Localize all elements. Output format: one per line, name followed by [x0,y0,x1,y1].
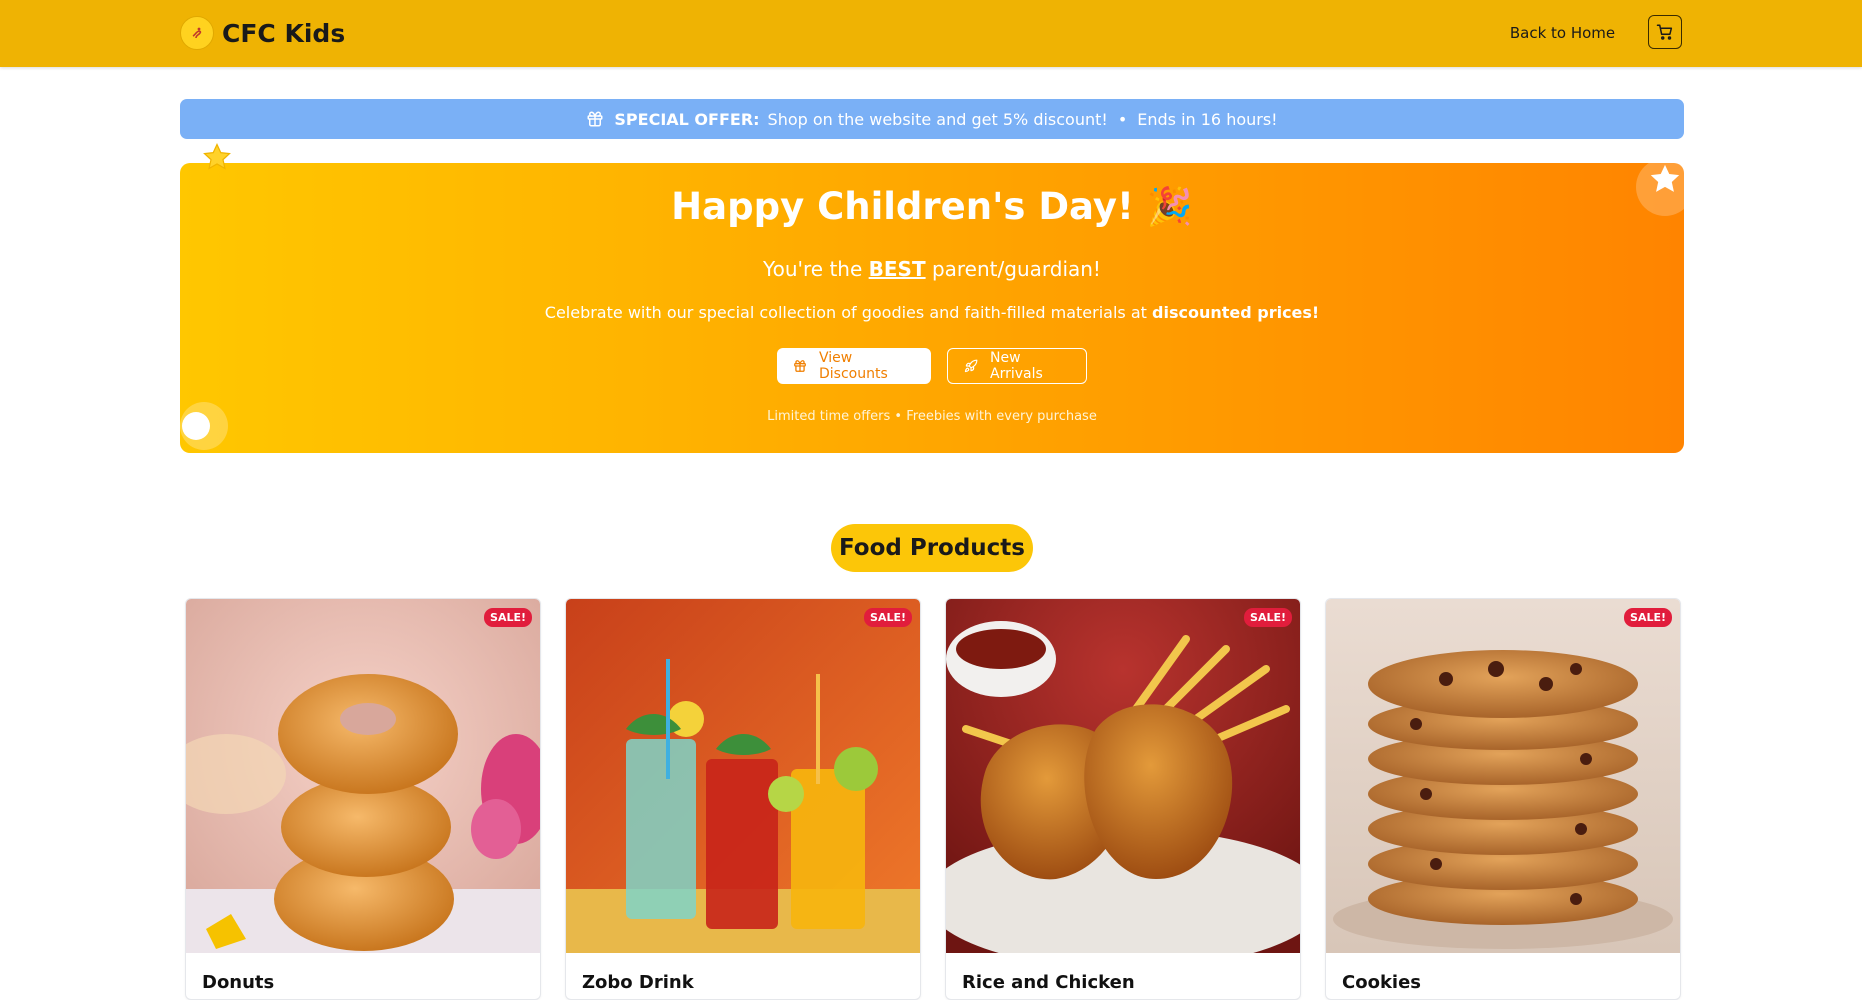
logo-icon [180,16,214,50]
hero-subtitle: You're the BEST parent/guardian! [180,257,1684,281]
product-image[interactable] [566,599,920,953]
sale-badge: SALE! [1624,608,1672,627]
hero-title: Happy Children's Day! 🎉 [671,185,1193,228]
brand-logo[interactable]: CFC Kids [180,16,345,50]
cart-icon [1656,24,1673,40]
hero-buttons: View Discounts New Arrivals [180,348,1684,384]
special-offer-banner: SPECIAL OFFER: Shop on the website and g… [180,99,1684,139]
circle-decoration-dot [182,412,210,440]
product-image[interactable] [946,599,1300,953]
view-discounts-label: View Discounts [819,350,888,382]
gift-icon [586,110,604,128]
hero-subtitle-best: BEST [868,257,926,281]
product-card-zobo-drink[interactable]: SALE! Zobo Drink [565,598,921,1000]
hero-description: Celebrate with our special collection of… [180,303,1684,322]
product-image[interactable] [1326,599,1680,953]
hero-subtitle-suffix: parent/guardian! [925,257,1101,281]
product-name[interactable]: Cookies [1342,972,1421,993]
star-icon [1650,164,1680,192]
offer-countdown: Ends in 16 hours! [1137,109,1278,129]
product-name[interactable]: Rice and Chicken [962,972,1135,993]
product-name[interactable]: Donuts [202,972,274,993]
rocket-icon [964,359,978,373]
back-to-home-link[interactable]: Back to Home [1505,21,1620,45]
offer-message: Shop on the website and get 5% discount! [767,109,1108,129]
star-icon [200,142,234,176]
product-card-rice-and-chicken[interactable]: SALE! Rice and Chicken [945,598,1301,1000]
offer-label: SPECIAL OFFER: [614,109,760,129]
sale-badge: SALE! [484,608,532,627]
hero-subtitle-prefix: You're the [763,257,869,281]
gift-icon [793,359,807,373]
product-card-cookies[interactable]: SALE! Cookies [1325,598,1681,1000]
offer-separator: • [1117,109,1128,129]
hero-description-text: Celebrate with our special collection of… [544,303,1152,322]
product-card-donuts[interactable]: SALE! Donuts [185,598,541,1000]
product-name[interactable]: Zobo Drink [582,972,694,993]
new-arrivals-button[interactable]: New Arrivals [947,348,1087,384]
childrens-day-hero: Happy Children's Day! 🎉 You're the BEST … [180,163,1684,453]
hero-description-bold: discounted prices! [1152,303,1320,322]
new-arrivals-label: New Arrivals [990,350,1043,382]
brand-name: CFC Kids [222,18,346,48]
cart-button[interactable] [1648,15,1682,49]
view-discounts-button[interactable]: View Discounts [777,348,931,384]
sale-badge: SALE! [1244,608,1292,627]
top-navbar: CFC Kids Back to Home [0,0,1862,67]
hero-note: Limited time offers • Freebies with ever… [767,409,1097,424]
circle-decoration [180,402,228,450]
product-image[interactable] [186,599,540,953]
section-title: Food Products [831,524,1033,572]
sale-badge: SALE! [864,608,912,627]
star-badge [1636,158,1694,216]
